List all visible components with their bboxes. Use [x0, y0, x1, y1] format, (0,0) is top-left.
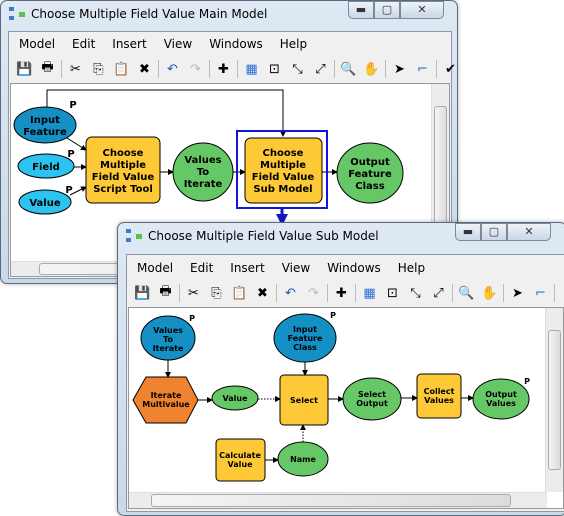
svg-text:Select: Select [358, 390, 386, 399]
svg-text:Feature: Feature [288, 334, 323, 343]
node-select-output[interactable]: SelectOutput [342, 377, 402, 421]
sub-diagram: ValuesToIterate IterateMultivalue Value … [132, 311, 530, 482]
svg-text:Collect: Collect [424, 387, 455, 396]
node-collect-values[interactable]: CollectValues [416, 373, 462, 419]
node-iterate-multivalue[interactable]: IterateMultivalue [132, 376, 199, 424]
svg-text:Output: Output [485, 390, 517, 399]
svg-text:Values: Values [153, 326, 183, 335]
svg-text:Value: Value [222, 394, 248, 403]
svg-text:P: P [524, 377, 530, 386]
svg-text:Iterate: Iterate [151, 391, 182, 400]
node-input-feature-class[interactable]: InputFeatureClass [273, 313, 337, 363]
node-select[interactable]: Select [279, 374, 329, 426]
svg-text:P: P [189, 314, 195, 323]
node-name[interactable]: Name [277, 441, 329, 477]
svg-text:Values: Values [424, 396, 454, 405]
svg-text:Iterate: Iterate [153, 344, 184, 353]
svg-text:P: P [330, 311, 336, 320]
svg-text:Values: Values [486, 399, 516, 408]
svg-text:Calculate: Calculate [219, 451, 261, 460]
svg-text:Select: Select [290, 396, 318, 405]
node-values-to-iterate[interactable]: ValuesToIterate [140, 315, 196, 361]
svg-text:Input: Input [293, 325, 317, 334]
svg-text:Output: Output [356, 399, 388, 408]
param-markers: P P P [189, 311, 530, 386]
node-value[interactable]: Value [211, 385, 259, 411]
svg-text:Name: Name [290, 455, 316, 464]
svg-text:Multivalue: Multivalue [142, 400, 190, 409]
svg-text:Class: Class [293, 343, 317, 352]
svg-text:To: To [163, 335, 173, 344]
node-calculate-value[interactable]: CalculateValue [215, 438, 266, 482]
svg-text:Value: Value [227, 460, 253, 469]
node-output-values[interactable]: OutputValues [472, 378, 530, 420]
